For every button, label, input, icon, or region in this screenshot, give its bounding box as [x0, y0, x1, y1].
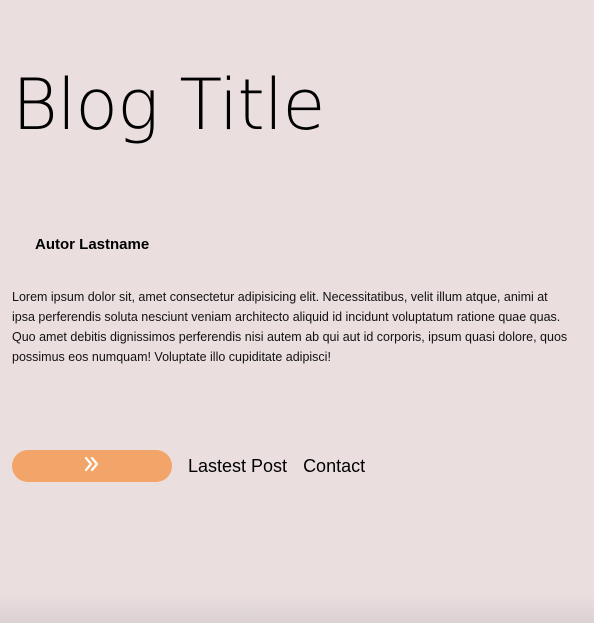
- blog-body-text: Lorem ipsum dolor sit, amet consectetur …: [12, 290, 568, 364]
- blog-page: Blog Title Autor Lastname Lorem ipsum do…: [0, 0, 594, 623]
- bottom-fade-overlay: [0, 595, 594, 623]
- post-navigation: Lastest Post Contact: [12, 450, 365, 482]
- blog-title: Blog Title: [12, 64, 325, 146]
- next-post-button[interactable]: [12, 450, 172, 482]
- author-name: Autor Lastname: [35, 236, 150, 253]
- latest-post-link[interactable]: Lastest Post: [188, 450, 287, 482]
- contact-link[interactable]: Contact: [303, 450, 365, 482]
- double-chevron-right-icon: [83, 455, 101, 473]
